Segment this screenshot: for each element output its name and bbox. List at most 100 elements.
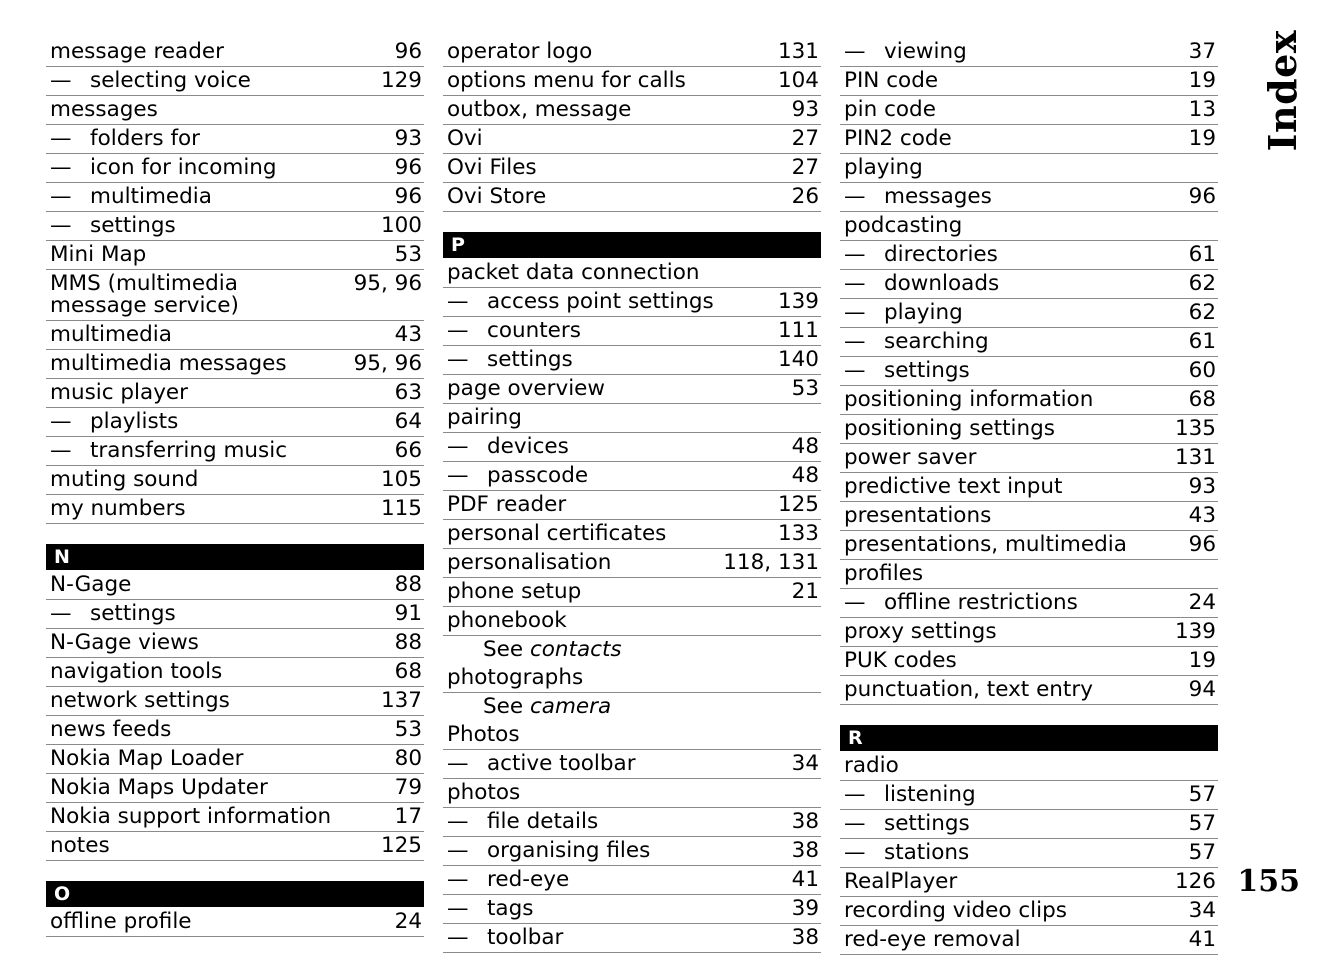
index-entry-pages: 93 [394,126,422,151]
index-entry-pages: 17 [394,803,422,829]
see-target: camera [529,694,612,719]
index-entry-text: devices [487,434,569,459]
index-entry: message reader 96 [46,38,424,67]
index-entry-pages: 39 [791,896,819,921]
index-entry-pages: 57 [1188,782,1216,807]
index-entry-pages: 80 [394,745,422,771]
index-entry: page overview 53 [443,375,821,404]
margin-section-title: Index [1260,30,1305,152]
index-entry: personalisation 118, 131 [443,549,821,578]
index-entry-pages: 96 [394,155,422,180]
index-entry-label: power saver [844,445,977,470]
index-entry-label: — settings [447,349,573,371]
index-entry: Photos [443,721,821,750]
index-entry-pages: 19 [1188,648,1216,673]
index-entry-pages: 38 [791,809,819,834]
index-sub-entry: — multimedia 96 [46,183,424,212]
index-entry-pages: 24 [394,908,422,934]
index-entry-label: Ovi Store [447,184,547,209]
index-cross-reference: See camera [443,693,821,721]
index-entry-text: tags [487,896,534,921]
index-entry: multimedia 43 [46,321,424,350]
index-entry-label: personal certificates [447,521,667,546]
index-entry-pages: 126 [1174,869,1216,894]
index-entry-pages: 139 [777,289,819,314]
em-dash-icon: — [844,840,866,865]
index-sub-entry: — folders for 93 [46,125,424,154]
index-entry-label: — counters [447,320,581,342]
index-entry-label: muting sound [50,466,199,492]
index-entry-pages: 129 [380,68,422,93]
index-entry-label: Photos [447,722,520,747]
index-entry: PDF reader 125 [443,491,821,520]
index-entry-label: radio [844,753,899,778]
index-entry-text: offline restrictions [884,590,1078,615]
index-entry-pages: 104 [777,68,819,93]
index-entry: music player 63 [46,379,424,408]
index-entry-text: icon for incoming [90,155,277,180]
index-entry-pages: 94 [1188,677,1216,702]
index-entry-pages: 38 [791,925,819,950]
index-sub-entry: — devices 48 [443,433,821,462]
index-entry-label: Ovi [447,126,483,151]
index-entry-label: — transferring music [50,439,287,462]
index-entry-label: packet data connection [447,260,700,285]
index-entry: RealPlayer 126 [840,868,1218,897]
index-entry-text: settings [90,600,176,626]
index-entry-pages: 19 [1188,68,1216,93]
em-dash-icon: — [447,838,469,863]
index-entry-label: — tags [447,898,533,920]
index-sub-entry: — access point settings 139 [443,288,821,317]
index-entry-text: settings [90,213,176,238]
index-entry-label: podcasting [844,213,963,238]
index-page: message reader 96— selecting voice 129 messa… [0,0,1322,955]
index-entry-pages: 43 [394,321,422,347]
index-entry-text: directories [884,242,998,267]
index-entry-text: playing [884,300,963,325]
em-dash-icon: — [844,39,866,64]
index-sub-entry: — stations 57 [840,839,1218,868]
index-entry: navigation tools 68 [46,658,424,687]
index-entry-label: — offline restrictions [844,592,1078,614]
index-entry: options menu for calls 104 [443,67,821,96]
index-entry-pages: 34 [791,751,819,776]
index-entry: N-Gage views 88 [46,629,424,658]
em-dash-icon: — [50,155,72,180]
em-dash-icon: — [50,213,72,238]
em-dash-icon: — [447,463,469,488]
em-dash-icon: — [447,318,469,343]
index-entry: PIN code 19 [840,67,1218,96]
index-sub-entry: — downloads 62 [840,270,1218,299]
index-sub-entry: — viewing 37 [840,38,1218,67]
index-entry: phone setup 21 [443,578,821,607]
index-entry-text: red-eye [487,867,570,892]
index-entry-pages: 66 [394,437,422,463]
index-entry-label: predictive text input [844,474,1063,499]
index-entry: outbox, message 93 [443,96,821,125]
index-entry-label: operator logo [447,39,593,64]
section-letter-bar: O [46,880,424,907]
index-entry-pages: 53 [394,716,422,742]
em-dash-icon: — [447,867,469,892]
index-entry-label: positioning information [844,387,1094,412]
index-entry-pages: 111 [777,318,819,343]
index-entry-text: settings [884,358,970,383]
index-sub-entry: — selecting voice 129 [46,67,424,96]
index-entry-pages: 48 [791,434,819,459]
index-entry-pages: 62 [1188,300,1216,325]
index-sub-entry: — red-eye 41 [443,866,821,895]
index-entry-pages: 135 [1174,416,1216,441]
index-entry-text: folders for [90,126,201,151]
index-entry-pages: 115 [380,495,422,521]
index-entry-label: — viewing [844,41,967,63]
index-columns: message reader 96— selecting voice 129 messa… [46,38,1218,955]
index-sub-entry: — directories 61 [840,241,1218,270]
see-target: contacts [529,637,622,662]
index-entry: power saver 131 [840,444,1218,473]
index-entry: presentations, multimedia 96 [840,531,1218,560]
index-entry: podcasting [840,212,1218,241]
index-entry-pages: 93 [1188,474,1216,499]
em-dash-icon: — [50,408,72,434]
index-entry-text: file details [487,809,599,834]
index-entry-pages: 125 [380,832,422,858]
